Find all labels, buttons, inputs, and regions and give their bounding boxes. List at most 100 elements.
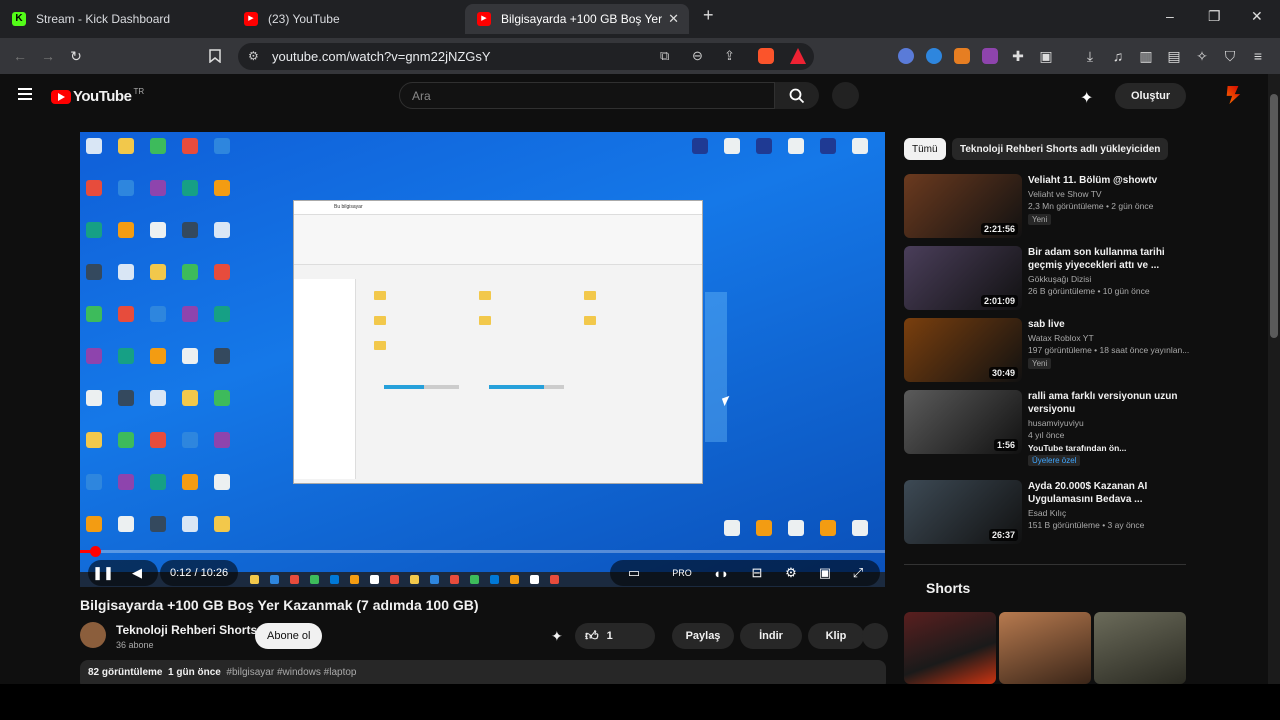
taskbar-app-icon xyxy=(370,575,379,584)
recommendation-title[interactable]: sab live xyxy=(1028,318,1192,331)
brave-shield-icon[interactable] xyxy=(758,48,774,64)
tab-youtube[interactable]: ▶ (23) YouTube xyxy=(232,4,462,34)
reload-icon[interactable]: ↻ xyxy=(66,46,86,66)
video-player[interactable]: Bu bilgisayar ❚❚ ◀ 0:12 / 10:26 ▭ PRO ◖◗… xyxy=(80,132,885,587)
recommendation-item[interactable]: 1:56 ralli ama farklı versiyonun uzun ver… xyxy=(904,390,1194,466)
subtitles-icon[interactable]: ⊟ xyxy=(744,560,770,586)
extension-icon[interactable] xyxy=(926,48,942,64)
media-icon[interactable]: ♫ xyxy=(1108,46,1128,66)
new-tab-button[interactable]: + xyxy=(703,5,714,26)
recommendation-title[interactable]: Veliaht 11. Bölüm @showtv xyxy=(1028,174,1192,187)
minimize-button[interactable]: – xyxy=(1166,8,1174,24)
description-box[interactable]: 82 görüntüleme 1 gün önce #bilgisayar #w… xyxy=(80,660,886,684)
tab-kick-dashboard[interactable]: K Stream - Kick Dashboard xyxy=(0,4,230,34)
recommendation-channel[interactable]: Esad Kılıç xyxy=(1028,508,1194,518)
bookmark-icon[interactable] xyxy=(205,46,225,66)
sidebar-icon[interactable]: ▥ xyxy=(1136,46,1156,66)
tab-current-video[interactable]: ▶ Bilgisayarda +100 GB Boş Yer ✕ xyxy=(465,4,689,34)
forward-icon[interactable]: → xyxy=(38,46,58,66)
extension-icon[interactable] xyxy=(898,48,914,64)
explorer-content xyxy=(364,281,694,471)
drive-bar xyxy=(489,385,564,389)
address-bar[interactable]: ⚙ youtube.com/watch?v=gnm22jNZGsY ⧉ ⊖ ⇪ xyxy=(238,43,814,70)
channel-avatar[interactable] xyxy=(80,622,106,648)
download-button[interactable]: İndir xyxy=(740,623,802,649)
extension-puzzle-icon[interactable]: ✦ xyxy=(1080,88,1093,108)
channel-name[interactable]: Teknoloji Rehberi Shorts xyxy=(116,623,257,637)
recommendation-channel[interactable]: Veliaht ve Show TV xyxy=(1028,189,1194,199)
short-thumbnail[interactable] xyxy=(904,612,996,684)
short-thumbnail[interactable] xyxy=(999,612,1091,684)
taskbar-app-icon xyxy=(310,575,319,584)
zoom-icon[interactable]: ⊖ xyxy=(692,48,703,64)
folder-icon xyxy=(374,341,386,350)
subscribe-button[interactable]: Abone ol xyxy=(255,623,323,649)
recommendation-title[interactable]: ralli ama farklı versiyonun uzun versiyo… xyxy=(1028,390,1192,416)
extension-icon[interactable] xyxy=(954,48,970,64)
recommendation-channel[interactable]: Watax Roblox YT xyxy=(1028,333,1194,343)
settings-gear-icon[interactable]: ⚙ xyxy=(778,560,804,586)
recommendation-item[interactable]: 26:37 Ayda 20.000$ Kazanan AI Uygulamasın… xyxy=(904,480,1194,544)
clip-button[interactable]: Klip xyxy=(808,623,864,649)
miniplayer-icon[interactable]: ▭ xyxy=(621,560,647,586)
chip-all[interactable]: Tümü xyxy=(904,138,946,160)
search-input[interactable]: Ara xyxy=(399,82,775,109)
recommendation-channel[interactable]: husamviyuviyu xyxy=(1028,418,1194,428)
open-in-app-icon[interactable]: ⧉ xyxy=(660,48,669,64)
brave-rewards-icon[interactable] xyxy=(790,48,806,64)
hamburger-menu-icon[interactable] xyxy=(18,88,32,100)
progress-bar[interactable] xyxy=(80,546,885,557)
leo-ai-icon[interactable]: ✧ xyxy=(1192,46,1212,66)
voice-search-button[interactable] xyxy=(832,82,859,109)
video-thumbnail[interactable]: 1:56 xyxy=(904,390,1022,454)
create-button[interactable]: Oluştur xyxy=(1115,83,1187,109)
site-info-icon[interactable]: ⚙ xyxy=(248,49,259,63)
avatar[interactable] xyxy=(1226,86,1241,104)
youtube-logo[interactable]: YouTube TR xyxy=(51,87,144,105)
extension-icon[interactable] xyxy=(982,48,998,64)
back-icon[interactable]: ← xyxy=(10,46,30,66)
fullscreen-icon[interactable]: ⤢ xyxy=(845,560,871,586)
menu-icon[interactable]: ≡ xyxy=(1248,46,1268,66)
downloads-icon[interactable]: ⤓ xyxy=(1080,46,1100,66)
recommendation-item[interactable]: 2:01:09 Bir adam son kullanma tarihi geçm… xyxy=(904,246,1194,310)
wallet-icon[interactable]: ▤ xyxy=(1164,46,1184,66)
video-thumbnail[interactable]: 26:37 xyxy=(904,480,1022,544)
scrollbar-thumb[interactable] xyxy=(1270,94,1278,338)
desktop-app-icon xyxy=(182,264,198,280)
extension-icon[interactable]: ✦ xyxy=(551,628,563,645)
video-thumbnail[interactable]: 30:49 xyxy=(904,318,1022,382)
short-thumbnail[interactable] xyxy=(1094,612,1186,684)
vpn-icon[interactable]: ⛉ xyxy=(1220,46,1240,66)
share-button[interactable]: Paylaş xyxy=(672,623,734,649)
volume-icon[interactable]: ◀ xyxy=(124,560,150,586)
hashtags[interactable]: #bilgisayar #windows #laptop xyxy=(226,667,356,678)
recommendation-title[interactable]: Ayda 20.000$ Kazanan AI Uygulamasını Bed… xyxy=(1028,480,1192,506)
more-actions-button[interactable] xyxy=(862,623,888,649)
scrubber-handle[interactable] xyxy=(90,546,101,557)
video-duration: 26:37 xyxy=(988,529,1018,541)
autoplay-toggle[interactable]: ◖◗ xyxy=(708,560,734,586)
recommendation-title[interactable]: Bir adam son kullanma tarihi geçmiş yiye… xyxy=(1028,246,1192,272)
screenshot-icon[interactable]: ▣ xyxy=(1036,46,1056,66)
recommendation-item[interactable]: 30:49 sab live Watax Roblox YT 197 görüntül… xyxy=(904,318,1194,382)
recommendation-item[interactable]: 2:21:56 Veliaht 11. Bölüm @showtv Veliaht … xyxy=(904,174,1194,238)
video-thumbnail[interactable]: 2:21:56 xyxy=(904,174,1022,238)
desktop-app-icon xyxy=(150,348,166,364)
search-button[interactable] xyxy=(775,82,819,109)
close-window-button[interactable]: ✕ xyxy=(1251,8,1263,25)
pause-icon[interactable]: ❚❚ xyxy=(90,560,116,586)
share-icon[interactable]: ⇪ xyxy=(724,48,735,64)
restore-button[interactable]: ❐ xyxy=(1208,8,1221,25)
premium-quality-icon[interactable]: PRO xyxy=(669,560,695,586)
video-thumbnail[interactable]: 2:01:09 xyxy=(904,246,1022,310)
close-tab-icon[interactable]: ✕ xyxy=(668,11,679,27)
chip-uploader[interactable]: Teknoloji Rehberi Shorts adlı yükleyicid… xyxy=(952,138,1169,160)
recommendation-channel[interactable]: Gökkuşağı Dizisi xyxy=(1028,274,1194,284)
like-button[interactable]: 👍︎ 1 xyxy=(575,623,655,649)
taskbar-app-icon xyxy=(270,575,279,584)
theater-mode-icon[interactable]: ▣ xyxy=(812,560,838,586)
desktop-app-icon xyxy=(118,516,134,532)
taskbar-app-icon xyxy=(250,575,259,584)
extensions-puzzle-icon[interactable]: ✚ xyxy=(1008,46,1028,66)
